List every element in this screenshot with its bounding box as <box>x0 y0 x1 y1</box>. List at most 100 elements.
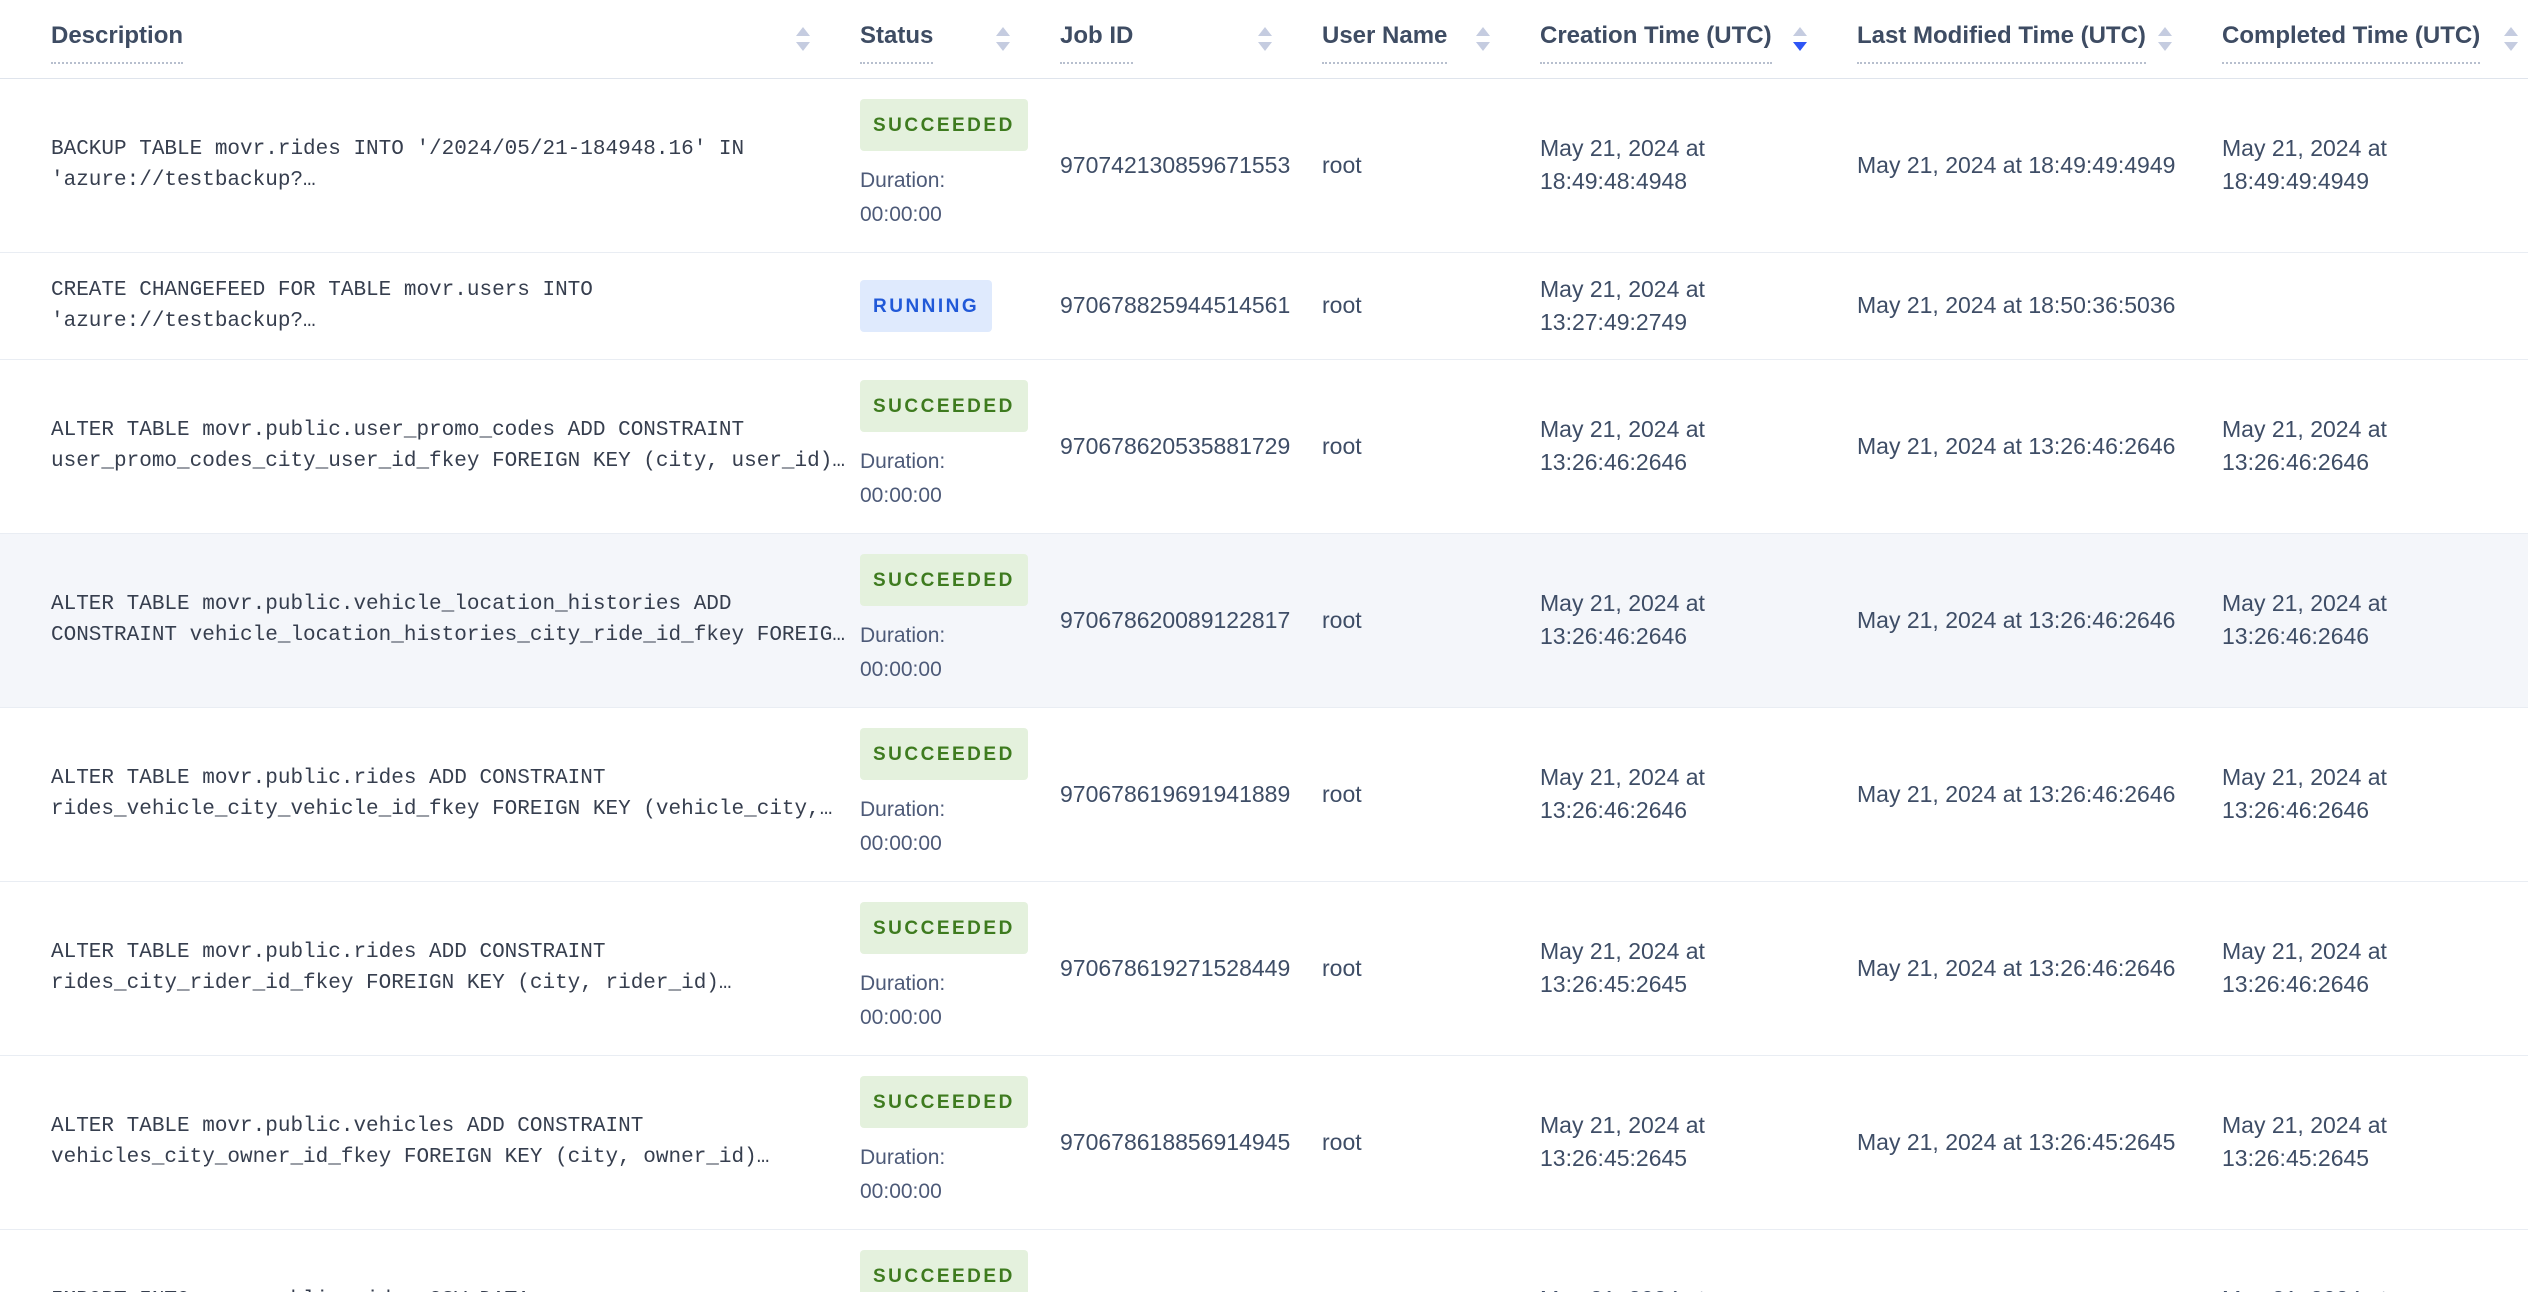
job-user-name: root <box>1322 1055 1540 1230</box>
job-creation-time: May 21, 2024 at 18:49:48:4948 <box>1540 78 1857 253</box>
table-row[interactable]: BACKUP TABLE movr.rides INTO '/2024/05/2… <box>0 78 2528 253</box>
column-header-last-modified-time[interactable]: Last Modified Time (UTC) <box>1857 0 2222 79</box>
job-last-modified-time: May 21, 2024 at 13:26:45:2645 <box>1857 1055 2222 1230</box>
job-duration: Duration: 00:00:00 <box>860 445 1010 513</box>
column-label: Creation Time (UTC) <box>1540 22 1772 64</box>
column-header-description[interactable]: Description <box>0 0 860 79</box>
job-user-name: root <box>1322 707 1540 882</box>
status-badge: SUCCEEDED <box>860 727 1028 780</box>
column-header-user-name[interactable]: User Name <box>1322 0 1540 79</box>
job-completed-time: May 21, 2024 at 13:26:45:2645 <box>2222 1055 2528 1230</box>
sort-arrows-icon[interactable] <box>996 27 1010 51</box>
column-label: Last Modified Time (UTC) <box>1857 22 2146 64</box>
job-completed-time: May 21, 2024 at 13:26:44:2644 <box>2222 1229 2528 1292</box>
column-header-job-id[interactable]: Job ID <box>1060 0 1322 79</box>
job-last-modified-time: May 21, 2024 at 18:49:49:4949 <box>1857 78 2222 253</box>
jobs-table-header: Description Status Job ID User Name Crea… <box>0 0 2528 79</box>
job-creation-time: May 21, 2024 at 13:26:45:2645 <box>1540 1055 1857 1230</box>
status-badge: SUCCEEDED <box>860 1249 1028 1292</box>
job-id: 970678619271528449 <box>1060 881 1322 1056</box>
job-creation-time: May 21, 2024 at 13:26:45:2645 <box>1540 881 1857 1056</box>
job-description-link[interactable]: ALTER TABLE movr.public.rides ADD CONSTR… <box>51 937 851 999</box>
job-user-name: root <box>1322 533 1540 708</box>
sort-arrows-icon[interactable] <box>796 27 810 51</box>
job-completed-time: May 21, 2024 at 13:26:46:2646 <box>2222 533 2528 708</box>
job-description-link[interactable]: BACKUP TABLE movr.rides INTO '/2024/05/2… <box>51 134 851 196</box>
job-duration: Duration: 00:00:00 <box>860 1141 1010 1209</box>
job-user-name: root <box>1322 78 1540 253</box>
job-last-modified-time: May 21, 2024 at 13:26:44:2644 <box>1857 1229 2222 1292</box>
table-row[interactable]: ALTER TABLE movr.public.user_promo_codes… <box>0 359 2528 534</box>
job-id: 970678612838252545 <box>1060 1229 1322 1292</box>
column-header-completed-time[interactable]: Completed Time (UTC) <box>2222 0 2528 79</box>
column-label: Job ID <box>1060 22 1134 64</box>
column-label: Status <box>860 22 934 64</box>
job-creation-time: May 21, 2024 at 13:26:46:2646 <box>1540 533 1857 708</box>
duration-value: 00:00:00 <box>860 831 942 855</box>
column-header-creation-time[interactable]: Creation Time (UTC) <box>1540 0 1857 79</box>
sort-arrows-icon-active[interactable] <box>1793 27 1807 51</box>
job-id: 970678620535881729 <box>1060 359 1322 534</box>
job-user-name: root <box>1322 252 1540 360</box>
column-label: User Name <box>1322 22 1448 64</box>
duration-value: 00:00:00 <box>860 202 942 226</box>
job-completed-time: May 21, 2024 at 13:26:46:2646 <box>2222 359 2528 534</box>
job-creation-time: May 21, 2024 at 13:26:43:2643 <box>1540 1229 1857 1292</box>
job-description-link[interactable]: ALTER TABLE movr.public.vehicles ADD CON… <box>51 1111 851 1173</box>
job-last-modified-time: May 21, 2024 at 13:26:46:2646 <box>1857 707 2222 882</box>
job-completed-time: May 21, 2024 at 18:49:49:4949 <box>2222 78 2528 253</box>
job-duration: Duration: 00:00:00 <box>860 619 1010 687</box>
duration-label: Duration: <box>860 971 946 995</box>
column-label: Description <box>51 22 184 64</box>
job-id: 970742130859671553 <box>1060 78 1322 253</box>
job-description-link[interactable]: ALTER TABLE movr.public.vehicle_location… <box>51 589 851 651</box>
job-duration: Duration: 00:00:00 <box>860 164 1010 232</box>
job-completed-time: May 21, 2024 at 13:26:46:2646 <box>2222 707 2528 882</box>
sort-arrows-icon[interactable] <box>2504 27 2518 51</box>
job-completed-time <box>2222 252 2528 360</box>
column-header-status[interactable]: Status <box>860 0 1060 79</box>
status-badge: SUCCEEDED <box>860 1075 1028 1128</box>
table-row[interactable]: CREATE CHANGEFEED FOR TABLE movr.users I… <box>0 252 2528 360</box>
table-row[interactable]: ALTER TABLE movr.public.rides ADD CONSTR… <box>0 707 2528 882</box>
job-last-modified-time: May 21, 2024 at 13:26:46:2646 <box>1857 533 2222 708</box>
table-row[interactable]: IMPORT INTO movr.public.rides CSV DATA (… <box>0 1229 2528 1292</box>
column-label: Completed Time (UTC) <box>2222 22 2481 64</box>
table-row[interactable]: ALTER TABLE movr.public.vehicle_location… <box>0 533 2528 708</box>
job-last-modified-time: May 21, 2024 at 13:26:46:2646 <box>1857 881 2222 1056</box>
table-row[interactable]: ALTER TABLE movr.public.rides ADD CONSTR… <box>0 881 2528 1056</box>
job-last-modified-time: May 21, 2024 at 18:50:36:5036 <box>1857 252 2222 360</box>
job-description-link[interactable]: ALTER TABLE movr.public.user_promo_codes… <box>51 415 851 477</box>
job-creation-time: May 21, 2024 at 13:26:46:2646 <box>1540 707 1857 882</box>
duration-value: 00:00:00 <box>860 483 942 507</box>
job-id: 970678620089122817 <box>1060 533 1322 708</box>
jobs-table-body: BACKUP TABLE movr.rides INTO '/2024/05/2… <box>0 78 2528 1292</box>
duration-value: 00:00:00 <box>860 1005 942 1029</box>
job-description-link[interactable]: CREATE CHANGEFEED FOR TABLE movr.users I… <box>51 275 851 337</box>
job-user-name: root <box>1322 1229 1540 1292</box>
duration-label: Duration: <box>860 1145 946 1169</box>
duration-value: 00:00:00 <box>860 657 942 681</box>
jobs-table: Description Status Job ID User Name Crea… <box>0 0 2528 1292</box>
job-id: 970678825944514561 <box>1060 252 1322 360</box>
sort-arrows-icon[interactable] <box>2158 27 2172 51</box>
job-id: 970678618856914945 <box>1060 1055 1322 1230</box>
job-duration: Duration: 00:00:00 <box>860 967 1010 1035</box>
duration-label: Duration: <box>860 797 946 821</box>
status-badge: SUCCEEDED <box>860 553 1028 606</box>
status-badge: RUNNING <box>860 279 993 332</box>
job-description-link[interactable]: IMPORT INTO movr.public.rides CSV DATA (… <box>51 1285 851 1292</box>
sort-arrows-icon[interactable] <box>1476 27 1490 51</box>
table-row[interactable]: ALTER TABLE movr.public.vehicles ADD CON… <box>0 1055 2528 1230</box>
job-duration: Duration: 00:00:00 <box>860 793 1010 861</box>
sort-arrows-icon[interactable] <box>1258 27 1272 51</box>
job-creation-time: May 21, 2024 at 13:27:49:2749 <box>1540 252 1857 360</box>
duration-label: Duration: <box>860 168 946 192</box>
status-badge: SUCCEEDED <box>860 901 1028 954</box>
status-badge: SUCCEEDED <box>860 98 1028 151</box>
job-creation-time: May 21, 2024 at 13:26:46:2646 <box>1540 359 1857 534</box>
duration-value: 00:00:00 <box>860 1179 942 1203</box>
job-description-link[interactable]: ALTER TABLE movr.public.rides ADD CONSTR… <box>51 763 851 825</box>
job-user-name: root <box>1322 359 1540 534</box>
duration-label: Duration: <box>860 623 946 647</box>
